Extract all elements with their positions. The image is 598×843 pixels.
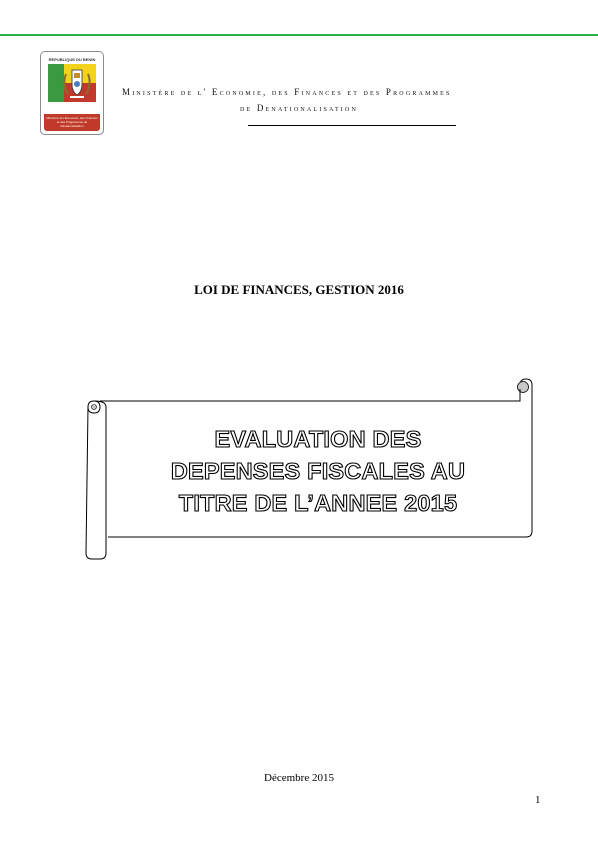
coat-of-arms-icon	[48, 64, 96, 102]
ministry-underline	[248, 125, 456, 126]
main-title-line: TITRE DE L’ANNEE 2015	[178, 489, 458, 516]
main-title-line: EVALUATION DES	[214, 425, 422, 452]
main-title: EVALUATION DES DEPENSES FISCALES AU TITR…	[108, 423, 528, 519]
main-title-line: DEPENSES FISCALES AU	[170, 457, 466, 484]
page-number: 1	[535, 794, 541, 806]
ministry-header: Ministère de l' Economie, des Finances e…	[122, 84, 582, 116]
logo-country-text: REPUBLIQUE DU BENIN	[48, 57, 96, 62]
ministry-name-line2: de Denationalisation	[240, 103, 359, 113]
logo-band-text: Ministère de l'Economie, des Finances et…	[46, 116, 98, 128]
mefpd-logo: REPUBLIQUE DU BENIN MEFPD Ministère de l…	[40, 51, 104, 135]
ministry-name-line1: Ministère de l' Economie, des Finances e…	[122, 87, 452, 97]
law-title: LOI DE FINANCES, GESTION 2016	[194, 282, 404, 297]
document-date: Décembre 2015	[264, 772, 334, 784]
logo-acronym: MEFPD	[48, 100, 96, 115]
top-green-rule	[0, 34, 598, 36]
